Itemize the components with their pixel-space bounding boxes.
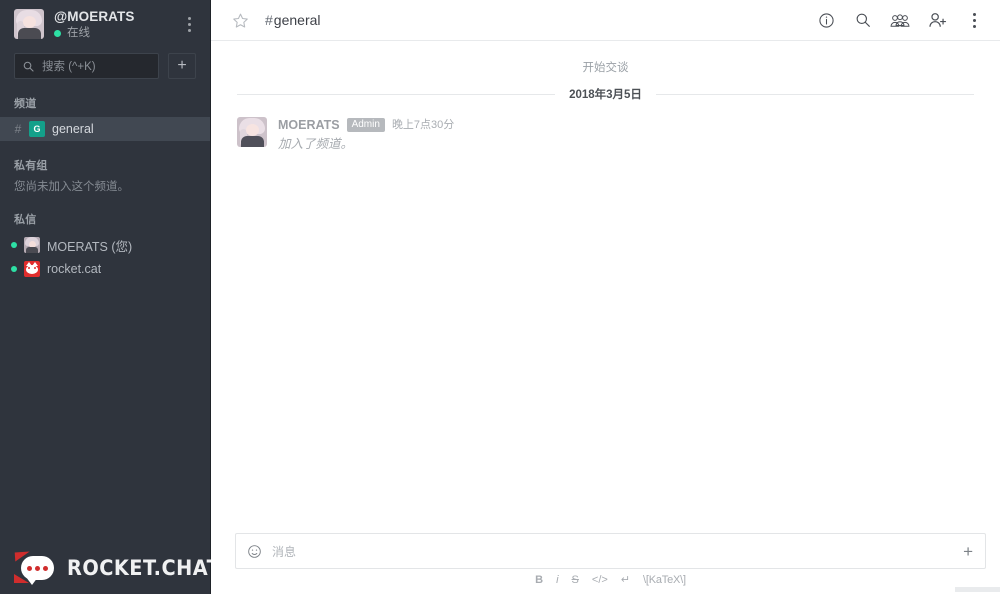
sidebar-item-dm-rocket-cat[interactable]: rocket.cat — [0, 257, 210, 281]
message-composer[interactable]: 消息 + — [235, 533, 986, 569]
search-input[interactable]: 搜索 (^+K) — [14, 53, 159, 79]
account-options-kebab-icon[interactable] — [180, 13, 198, 35]
status-badge: Admin — [346, 118, 385, 132]
message-body: MOERATS Admin 晚上7点30分 加入了频道。 — [278, 117, 980, 152]
message-input-placeholder[interactable]: 消息 — [272, 543, 953, 560]
date-divider: 2018年3月5日 — [237, 85, 974, 103]
star-outline-icon[interactable] — [229, 9, 251, 31]
avatar[interactable] — [237, 117, 267, 147]
sidebar-item-label: MOERATS (您) — [47, 239, 133, 254]
search-icon — [23, 61, 34, 72]
channel-avatar: G — [29, 121, 45, 137]
create-new-button[interactable]: + — [168, 53, 196, 79]
format-bold-button[interactable]: B — [535, 574, 543, 586]
status-online-dot — [54, 29, 61, 37]
section-title-private-groups: 私有组 — [14, 160, 48, 172]
sidebar-item-general[interactable]: # G general — [0, 117, 210, 141]
add-user-icon[interactable] — [927, 10, 947, 30]
message-list: 开始交谈 2018年3月5日 MOERATS Admin 晚上7点30分 加入了… — [211, 41, 1000, 533]
avatar-rocket-cat — [24, 261, 40, 277]
header-actions — [816, 10, 988, 30]
account-text: @MOERATS 在线 — [54, 9, 180, 39]
sidebar-section-channels: 频道 # G general — [0, 95, 210, 141]
message-header: MOERATS Admin 晚上7点30分 — [278, 117, 980, 133]
rocket-chat-window: @MOERATS 在线 搜索 (^+K) + 频道 # G general 私有… — [0, 0, 1000, 594]
section-title-direct-messages: 私信 — [14, 214, 37, 226]
date-divider-label: 2018年3月5日 — [555, 89, 656, 101]
hash-icon: # — [14, 122, 22, 136]
kebab-menu-icon[interactable] — [964, 10, 984, 30]
page-title: # general — [265, 12, 321, 28]
formatting-toolbar: B i S </> ↵ \[KaTeX\] — [235, 569, 986, 591]
sidebar-search-row: 搜索 (^+K) + — [0, 53, 210, 79]
sidebar-item-label: general — [52, 122, 94, 136]
format-italic-button[interactable]: i — [556, 574, 558, 586]
members-group-icon[interactable] — [890, 10, 910, 30]
sidebar-item-label: rocket.cat — [47, 262, 102, 276]
search-placeholder: 搜索 (^+K) — [42, 61, 96, 73]
sidebar-item-dm-moerats[interactable]: MOERATS (您) — [0, 233, 210, 257]
main-panel: # general 开始交谈 2018年3月5日 MOERATS Admin 晚… — [211, 0, 1000, 594]
message-timestamp: 晚上7点30分 — [391, 119, 455, 131]
message-username[interactable]: MOERATS — [278, 117, 340, 133]
sidebar: @MOERATS 在线 搜索 (^+K) + 频道 # G general 私有… — [0, 0, 220, 594]
message-text: 加入了频道。 — [278, 137, 354, 151]
message-row: MOERATS Admin 晚上7点30分 加入了频道。 — [211, 117, 1000, 152]
scrollbar-stub[interactable] — [955, 587, 1000, 592]
avatar-moerats — [24, 237, 40, 253]
sidebar-section-private-groups: 私有组 您尚未加入这个频道。 — [0, 157, 210, 195]
presence-online-dot — [11, 242, 17, 248]
composer-wrapper: 消息 + B i S </> ↵ \[KaTeX\] — [211, 533, 1000, 594]
format-katex-button[interactable]: \[KaTeX\] — [643, 574, 686, 586]
add-attachment-button[interactable]: + — [963, 543, 973, 560]
format-code-button[interactable]: </> — [592, 574, 608, 586]
emoji-smile-icon[interactable] — [247, 544, 262, 559]
rocket-logo-icon — [14, 551, 58, 585]
presence-online-dot — [11, 266, 17, 272]
sidebar-section-direct-messages: 私信 MOERATS (您) rocket.cat — [0, 211, 210, 281]
account-status-label: 在线 — [67, 27, 90, 39]
private-groups-empty-text: 您尚未加入这个频道。 — [14, 181, 129, 193]
account-username: @MOERATS — [54, 9, 135, 24]
hash-icon: # — [265, 12, 273, 28]
section-title-channels: 频道 — [14, 98, 37, 110]
channel-name: general — [273, 12, 321, 28]
format-strike-button[interactable]: S — [572, 574, 579, 586]
search-icon[interactable] — [853, 10, 873, 30]
user-avatar[interactable] — [14, 9, 44, 39]
rocket-chat-logo: ROCKET.CHAT — [0, 542, 220, 594]
format-newline-button[interactable]: ↵ — [621, 574, 630, 586]
logo-text: ROCKET.CHAT — [67, 556, 221, 580]
account-status: 在线 — [54, 27, 180, 39]
conversation-start-label: 开始交谈 — [582, 62, 629, 74]
sidebar-account-box[interactable]: @MOERATS 在线 — [0, 0, 210, 48]
channel-header: # general — [211, 0, 1000, 41]
info-circle-icon[interactable] — [816, 10, 836, 30]
